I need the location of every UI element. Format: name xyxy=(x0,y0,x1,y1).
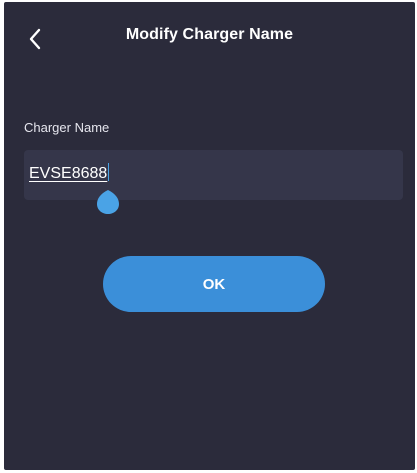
ok-button[interactable]: OK xyxy=(103,256,325,312)
charger-name-text: EVSE8688 xyxy=(29,165,108,182)
charger-name-value[interactable]: EVSE8688 xyxy=(29,163,110,183)
text-caret xyxy=(108,163,110,181)
charger-name-label: Charger Name xyxy=(24,120,110,135)
cursor-handle-icon[interactable] xyxy=(96,184,120,214)
header-bar: Modify Charger Name xyxy=(4,2,415,74)
charger-name-input[interactable]: EVSE8688 xyxy=(24,150,403,200)
page-title: Modify Charger Name xyxy=(125,26,294,43)
screen: Modify Charger Name Charger Name EVSE868… xyxy=(4,2,415,470)
